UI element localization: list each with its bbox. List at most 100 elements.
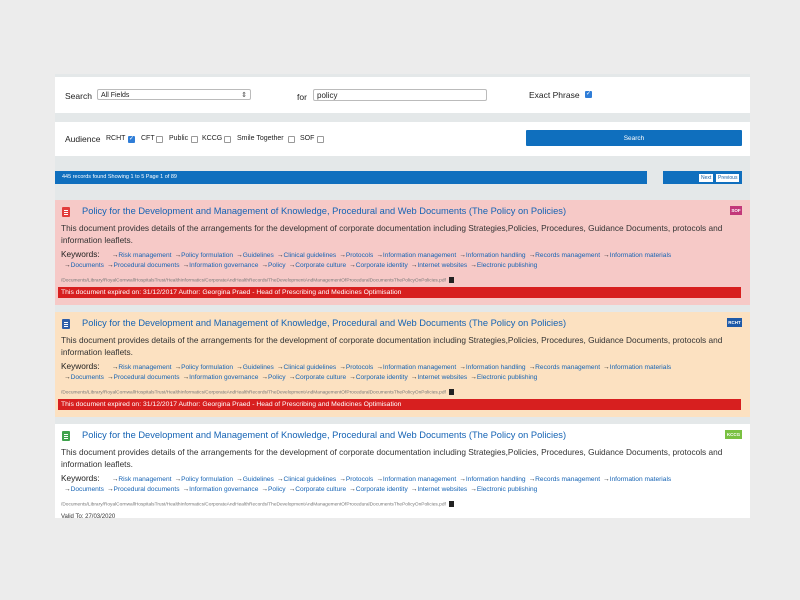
arrow-icon: →	[459, 364, 466, 371]
keyword-link[interactable]: Internet websites	[417, 374, 467, 381]
arrow-icon: →	[106, 485, 114, 493]
keyword-link[interactable]: Information governance	[189, 262, 258, 269]
keyword-link[interactable]: Information management	[383, 364, 456, 371]
keyword-link[interactable]: Clinical guidelines	[283, 364, 336, 371]
keyword-link[interactable]: Policy formulation	[181, 252, 233, 259]
audience-checkbox-kccg[interactable]	[224, 136, 231, 143]
keyword-link[interactable]: Information materials	[610, 252, 672, 259]
previous-button[interactable]: Previous	[716, 174, 740, 182]
keyword-link[interactable]: Electronic publishing	[477, 486, 537, 493]
keyword-link[interactable]: Procedural documents	[114, 374, 180, 381]
pdf-file-icon[interactable]	[448, 501, 454, 507]
keyword-link[interactable]: Policy	[268, 486, 286, 493]
keyword-link[interactable]: Information governance	[189, 374, 258, 381]
keyword-link[interactable]: Corporate culture	[295, 262, 346, 269]
result-title-link[interactable]: Policy for the Development and Managemen…	[82, 318, 566, 328]
keyword-link[interactable]: Policy	[268, 262, 286, 269]
select-arrows-icon: ⇕	[241, 92, 247, 99]
results-status-bar: 445 records found Showing 1 to 5 Page 1 …	[55, 171, 647, 184]
document-path: /Documents/Library/RoyalCornwallHospital…	[61, 277, 454, 283]
keyword-link[interactable]: Guidelines	[243, 476, 274, 483]
result-description: This document provides details of the ar…	[61, 447, 723, 469]
keyword-link[interactable]: Information management	[383, 252, 456, 259]
keyword-link[interactable]: Internet websites	[417, 262, 467, 269]
keyword-link[interactable]: Records management	[535, 364, 600, 371]
keyword-link[interactable]: Risk management	[118, 476, 171, 483]
keyword-link[interactable]: Corporate culture	[295, 374, 346, 381]
exact-phrase-checkbox[interactable]	[585, 90, 592, 98]
keyword-link[interactable]: Documents	[71, 486, 104, 493]
keyword-link[interactable]: Information governance	[189, 486, 258, 493]
field-select[interactable]: All Fields ⇕	[97, 89, 251, 100]
keyword-link[interactable]: Corporate culture	[295, 486, 346, 493]
audience-panel: Audience RCHT CFT Public KCCG Smile Toge…	[55, 122, 750, 156]
keyword-link[interactable]: Procedural documents	[114, 486, 180, 493]
keyword-link[interactable]: Guidelines	[243, 364, 274, 371]
document-icon	[62, 431, 70, 441]
keyword-link[interactable]: Corporate identity	[356, 262, 408, 269]
arrow-icon: →	[603, 476, 610, 483]
document-path: /Documents/Library/RoyalCornwallHospital…	[61, 389, 454, 395]
keyword-link[interactable]: Policy formulation	[181, 364, 233, 371]
keyword-link[interactable]: Electronic publishing	[477, 374, 537, 381]
audience-option-kccg: KCCG	[202, 135, 223, 142]
keyword-link[interactable]: Protocols	[346, 252, 374, 259]
search-result: Policy for the Development and Managemen…	[55, 312, 750, 417]
search-button[interactable]: Search	[526, 130, 742, 146]
keyword-link[interactable]: Guidelines	[243, 252, 274, 259]
keyword-link[interactable]: Corporate identity	[356, 486, 408, 493]
keyword-link[interactable]: Information handling	[466, 364, 526, 371]
arrow-icon: →	[349, 373, 356, 381]
result-title-link[interactable]: Policy for the Development and Managemen…	[82, 206, 566, 216]
arrow-icon: →	[236, 364, 243, 371]
keyword-link[interactable]: Corporate identity	[356, 374, 408, 381]
document-icon	[62, 207, 70, 217]
audience-checkbox-smile-together[interactable]	[288, 136, 295, 143]
keyword-link[interactable]: Records management	[535, 476, 600, 483]
keyword-link[interactable]: Information materials	[610, 364, 672, 371]
audience-checkbox-public[interactable]	[191, 136, 198, 143]
document-path-text: /Documents/Library/RoyalCornwallHospital…	[61, 390, 446, 396]
keyword-link[interactable]: Policy	[268, 374, 286, 381]
keyword-link[interactable]: Procedural documents	[114, 262, 180, 269]
search-result: Policy for the Development and Managemen…	[55, 424, 750, 518]
keyword-link[interactable]: Electronic publishing	[477, 262, 537, 269]
keyword-link[interactable]: Clinical guidelines	[283, 476, 336, 483]
keyword-link[interactable]: Risk management	[118, 252, 171, 259]
audience-checkbox-sof[interactable]	[317, 136, 324, 143]
expiry-notice: This document expired on: 31/12/2017 Aut…	[58, 287, 741, 298]
keyword-link[interactable]: Internet websites	[417, 486, 467, 493]
keyword-link[interactable]: Information handling	[466, 476, 526, 483]
keyword-link[interactable]: Records management	[535, 252, 600, 259]
pdf-file-icon[interactable]	[448, 277, 454, 283]
keyword-link[interactable]: Risk management	[118, 364, 171, 371]
arrow-icon: →	[64, 261, 71, 269]
keywords-list: Keywords: →Risk management →Policy formula…	[61, 361, 746, 382]
arrow-icon: →	[470, 485, 477, 493]
arrow-icon: →	[106, 373, 114, 381]
audience-label: Audience	[65, 134, 101, 144]
keyword-link[interactable]: Protocols	[346, 476, 374, 483]
next-button[interactable]: Next	[699, 174, 714, 182]
keyword-link[interactable]: Information handling	[466, 252, 526, 259]
audience-checkbox-rcht[interactable]	[128, 135, 135, 143]
keyword-link[interactable]: Policy formulation	[181, 476, 233, 483]
pagination: Next Previous	[663, 171, 742, 184]
keyword-link[interactable]: Information materials	[610, 476, 672, 483]
pdf-file-icon[interactable]	[448, 389, 454, 395]
arrow-icon: →	[339, 364, 346, 371]
audience-checkbox-cft[interactable]	[156, 136, 163, 143]
keywords-label: Keywords:	[61, 473, 100, 483]
keyword-link[interactable]: Documents	[71, 262, 104, 269]
for-label: for	[297, 92, 307, 102]
arrow-icon: →	[339, 476, 346, 483]
result-title-link[interactable]: Policy for the Development and Managemen…	[82, 430, 566, 440]
arrow-icon: →	[603, 252, 610, 259]
keyword-link[interactable]: Protocols	[346, 364, 374, 371]
keyword-link[interactable]: Documents	[71, 374, 104, 381]
keyword-link[interactable]: Information management	[383, 476, 456, 483]
search-input[interactable]: policy	[313, 89, 487, 101]
keyword-link[interactable]: Clinical guidelines	[283, 252, 336, 259]
audience-option-sof: SOF	[300, 135, 315, 142]
exact-phrase-label: Exact Phrase	[529, 90, 580, 100]
